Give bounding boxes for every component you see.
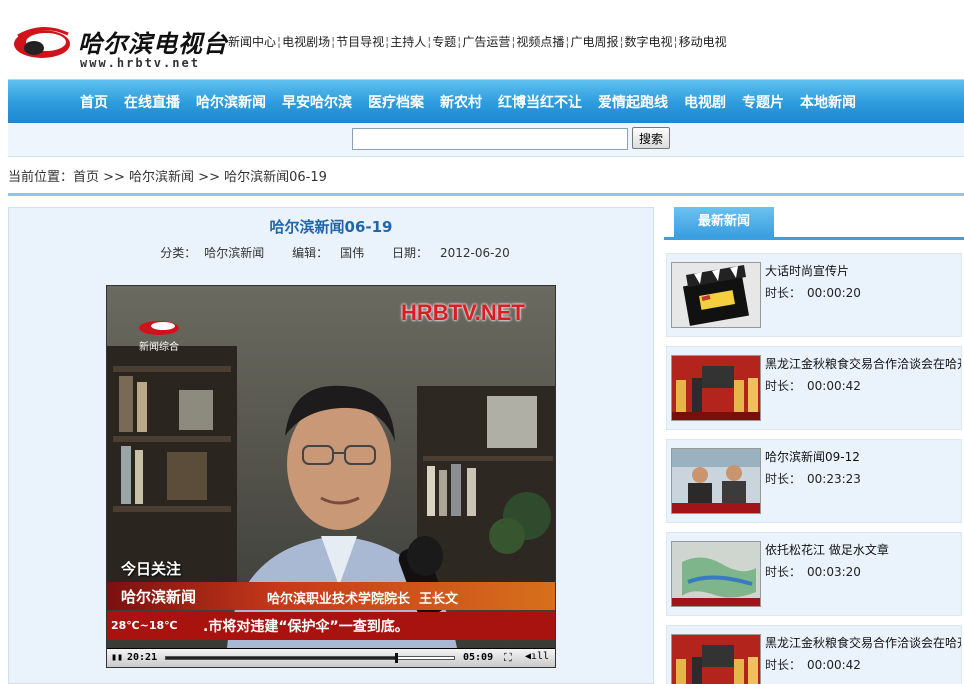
channel-logo-text: 新闻综合 [139, 342, 179, 353]
seek-bar[interactable] [165, 653, 455, 663]
top-link-separator: ¦ [619, 35, 624, 49]
top-link-separator: ¦ [385, 35, 390, 49]
list-item[interactable]: 依托松花江 做足水文章 时长： 00:03:20 [666, 532, 962, 616]
news-thumbnail[interactable] [671, 634, 761, 684]
top-link-separator: ¦ [277, 35, 282, 49]
fullscreen-icon[interactable]: ⛶ [504, 651, 512, 665]
breadcrumb-divider [8, 193, 964, 196]
news-duration: 时长： 00:00:42 [765, 658, 861, 672]
editor-label: 编辑： [292, 246, 329, 260]
list-item[interactable]: 哈尔滨新闻09-12 时长： 00:23:23 [666, 439, 962, 523]
channel-logo: 新闻综合 [137, 316, 197, 356]
news-ticker: .市将对违建“保护伞”一查到底。 [203, 619, 409, 635]
top-link-mobile-tv[interactable]: 移动电视 [679, 35, 727, 49]
program-name: 哈尔滨新闻 [121, 588, 197, 606]
top-link-separator: ¦ [427, 35, 432, 49]
search-bar: 搜索 [8, 123, 964, 157]
video-player[interactable]: 新闻综合 HRBTV.NET 今日关注 哈尔滨新闻 哈尔滨职业技术学院院长 王长… [106, 285, 556, 668]
site-logo[interactable]: 哈尔滨电视台 www.hrbtv.net [10, 18, 227, 72]
sidebar-divider [664, 237, 964, 240]
channel-logo-icon [139, 321, 179, 335]
list-item[interactable]: 黑龙江金秋粮食交易合作洽谈会在哈开幕 时长： 00:00:42 [666, 625, 962, 684]
nav-item-new-village[interactable]: 新农村 [440, 92, 482, 112]
top-link-separator: ¦ [457, 35, 462, 49]
top-link-tv-theater[interactable]: 电视剧场 [282, 35, 330, 49]
top-link-advertising[interactable]: 广告运营 [462, 35, 510, 49]
speaker-caption: 哈尔滨职业技术学院院长 王长文 [267, 592, 459, 607]
nav-item-tv-drama[interactable]: 电视剧 [684, 92, 726, 112]
player-controls: ▮▮ 20:21 05:09 ⛶ ◀ıll [107, 649, 555, 667]
overlay-tag: 今日关注 [121, 560, 182, 578]
current-time: 20:21 [127, 652, 158, 663]
pause-icon[interactable]: ▮▮ [111, 652, 123, 663]
news-duration: 时长： 00:00:42 [765, 379, 861, 393]
nav-item-live[interactable]: 在线直播 [124, 92, 180, 112]
news-title[interactable]: 哈尔滨新闻09-12 [765, 448, 961, 465]
seek-handle[interactable] [395, 653, 399, 663]
top-link-program-guide[interactable]: 节目导视 [336, 35, 384, 49]
top-link-separator: ¦ [331, 35, 336, 49]
nav-item-local-news[interactable]: 本地新闻 [800, 92, 856, 112]
tab-latest-news[interactable]: 最新新闻 [674, 207, 774, 237]
news-title[interactable]: 黑龙江金秋粮食交易合作洽谈会在哈开幕 [765, 355, 961, 372]
top-link-separator: ¦ [565, 35, 570, 49]
clapperboard-thumbnail [672, 263, 760, 327]
video-watermark: HRBTV.NET [401, 300, 525, 325]
list-item[interactable]: 黑龙江金秋粮食交易合作洽谈会在哈开幕 时长： 00:00:42 [666, 346, 962, 430]
category-value[interactable]: 哈尔滨新闻 [204, 246, 264, 260]
search-button[interactable]: 搜索 [632, 127, 670, 149]
top-link-hosts[interactable]: 主持人 [390, 35, 426, 49]
site-header: 哈尔滨电视台 www.hrbtv.net 新闻中心¦电视剧场¦节目导视¦主持人¦… [0, 0, 964, 76]
top-link-news-center[interactable]: 新闻中心 [228, 35, 276, 49]
logo-swirl-icon [14, 27, 70, 58]
nav-item-hongbo[interactable]: 红博当红不让 [498, 92, 582, 112]
ceremony-thumbnail [672, 635, 760, 684]
news-title[interactable]: 黑龙江金秋粮食交易合作洽谈会在哈开幕 [765, 634, 961, 651]
ceremony-thumbnail [672, 356, 760, 420]
top-link-vod[interactable]: 视频点播 [516, 35, 564, 49]
nav-item-home[interactable]: 首页 [80, 92, 108, 112]
latest-news-sidebar: 最新新闻 大话时尚宣传片 时长： 00:00:20 黑龙江金秋粮食交易合作洽谈会… [664, 207, 964, 684]
category-label: 分类： [160, 246, 197, 260]
article-panel: 哈尔滨新闻06-19 分类： 哈尔滨新闻 编辑： 国伟 日期： 2012-06-20 [8, 207, 654, 684]
top-link-separator: ¦ [673, 35, 678, 49]
duration: 05:09 [463, 652, 494, 663]
list-item[interactable]: 大话时尚宣传片 时长： 00:00:20 [666, 253, 962, 337]
news-duration: 时长： 00:00:20 [765, 286, 861, 300]
seek-progress [166, 657, 397, 659]
top-link-topics[interactable]: 专题 [432, 35, 456, 49]
video-frame[interactable]: 新闻综合 HRBTV.NET 今日关注 哈尔滨新闻 哈尔滨职业技术学院院长 王长… [107, 286, 555, 648]
news-duration: 时长： 00:03:20 [765, 565, 861, 579]
nav-item-love-line[interactable]: 爱情起跑线 [598, 92, 668, 112]
nav-item-morning-harbin[interactable]: 早安哈尔滨 [282, 92, 352, 112]
date-label: 日期： [391, 246, 428, 260]
top-links: 新闻中心¦电视剧场¦节目导视¦主持人¦专题¦广告运营¦视频点播¦广电周报¦数字电… [228, 33, 727, 50]
news-thumbnail[interactable] [671, 355, 761, 421]
top-link-weekly[interactable]: 广电周报 [570, 35, 618, 49]
news-thumbnail-image [672, 449, 760, 513]
map-thumbnail [672, 542, 760, 606]
news-title[interactable]: 大话时尚宣传片 [765, 262, 961, 279]
nav-item-harbin-news[interactable]: 哈尔滨新闻 [196, 92, 266, 112]
volume-icon[interactable]: ◀ıll [525, 651, 549, 662]
main-nav: 首页 在线直播 哈尔滨新闻 早安哈尔滨 医疗档案 新农村 红博当红不让 爱情起跑… [8, 79, 964, 123]
news-thumbnail[interactable] [671, 541, 761, 607]
news-title[interactable]: 依托松花江 做足水文章 [765, 541, 961, 558]
article-title: 哈尔滨新闻06-19 [269, 218, 393, 236]
news-thumbnail[interactable] [671, 262, 761, 328]
weather-readout: 28℃~18℃ [111, 619, 178, 632]
search-input[interactable] [352, 128, 628, 150]
logo-title: 哈尔滨电视台 [78, 29, 228, 58]
news-duration: 时长： 00:23:23 [765, 472, 861, 486]
editor-value: 国伟 [340, 246, 365, 260]
top-link-separator: ¦ [511, 35, 516, 49]
news-thumbnail[interactable] [671, 448, 761, 514]
nav-item-documentary[interactable]: 专题片 [742, 92, 784, 112]
nav-item-medical[interactable]: 医疗档案 [368, 92, 424, 112]
date-value: 2012-06-20 [439, 246, 510, 260]
top-link-digital-tv[interactable]: 数字电视 [625, 35, 673, 49]
breadcrumb: 当前位置：首页 >> 哈尔滨新闻 >> 哈尔滨新闻06-19 [8, 170, 327, 185]
article-meta: 分类： 哈尔滨新闻 编辑： 国伟 日期： 2012-06-20 [9, 244, 653, 261]
logo-url: www.hrbtv.net [80, 56, 200, 70]
